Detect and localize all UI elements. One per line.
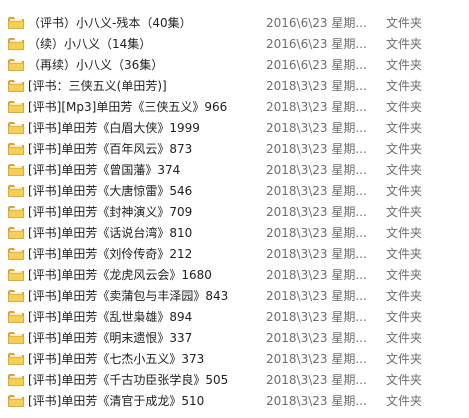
- file-row-3[interactable]: （再续）小八义（36集） 2016\6\23 星期... 文件夹: [0, 55, 469, 76]
- file-name: [评书]单田芳《清官于成龙》510: [28, 394, 205, 408]
- file-row-13[interactable]: [评书]单田芳《龙虎风云会》1680 2018\3\23 星期... 文件夹: [0, 265, 469, 286]
- file-name: [评书]单田芳《曾国藩》374: [28, 163, 181, 177]
- file-row-19[interactable]: [评书]单田芳《清官于成龙》510 2018\3\23 星期... 文件夹: [0, 391, 469, 412]
- file-type: 文件夹: [386, 226, 423, 240]
- file-name: [评书]单田芳《话说台湾》810: [28, 226, 193, 240]
- file-modified-date: 2018\3\23 星期...: [266, 226, 367, 240]
- file-modified-date: 2018\3\23 星期...: [266, 79, 367, 93]
- file-row-7[interactable]: [评书]单田芳《百年风云》873 2018\3\23 星期... 文件夹: [0, 139, 469, 160]
- file-row-10[interactable]: [评书]单田芳《封神演义》709 2018\3\23 星期... 文件夹: [0, 202, 469, 223]
- file-modified-date: 2018\3\23 星期...: [266, 121, 367, 135]
- file-row-16[interactable]: [评书]单田芳《明末遗恨》337 2018\3\23 星期... 文件夹: [0, 328, 469, 349]
- file-modified-date: 2018\3\23 星期...: [266, 310, 367, 324]
- file-type: 文件夹: [386, 184, 423, 198]
- file-name: [评书]单田芳《千古功臣张学良》505: [28, 373, 229, 387]
- file-modified-date: 2016\6\23 星期...: [266, 16, 367, 30]
- folder-icon: [8, 247, 24, 261]
- file-type: 文件夹: [386, 352, 423, 366]
- file-type: 文件夹: [386, 16, 423, 30]
- file-type: 文件夹: [386, 331, 423, 345]
- file-name: [评书]单田芳《龙虎风云会》1680: [28, 268, 212, 282]
- file-row-4[interactable]: [评书：三侠五义(单田芳)] 2018\3\23 星期... 文件夹: [0, 76, 469, 97]
- file-row-11[interactable]: [评书]单田芳《话说台湾》810 2018\3\23 星期... 文件夹: [0, 223, 469, 244]
- folder-icon: [8, 184, 24, 198]
- file-row-5[interactable]: [评书][Mp3]单田芳《三侠五义》966 2018\3\23 星期... 文件…: [0, 97, 469, 118]
- file-type: 文件夹: [386, 310, 423, 324]
- folder-icon: [8, 331, 24, 345]
- file-modified-date: 2018\3\23 星期...: [266, 142, 367, 156]
- file-row-6[interactable]: [评书]单田芳《白眉大侠》1999 2018\3\23 星期... 文件夹: [0, 118, 469, 139]
- folder-icon: [8, 268, 24, 282]
- folder-icon: [8, 226, 24, 240]
- file-name: （再续）小八义（36集）: [28, 58, 164, 72]
- file-name: [评书]单田芳《白眉大侠》1999: [28, 121, 200, 135]
- folder-icon: [8, 79, 24, 93]
- file-name: [评书][Mp3]单田芳《三侠五义》966: [28, 100, 228, 114]
- file-modified-date: 2018\3\23 星期...: [266, 247, 367, 261]
- folder-icon: [8, 205, 24, 219]
- file-modified-date: 2016\6\23 星期...: [266, 58, 367, 72]
- file-name: （续）小八义（14集）: [28, 37, 152, 51]
- file-type: 文件夹: [386, 394, 423, 408]
- file-type: 文件夹: [386, 37, 423, 51]
- file-type: 文件夹: [386, 79, 423, 93]
- file-row-9[interactable]: [评书]单田芳《大唐惊雷》546 2018\3\23 星期... 文件夹: [0, 181, 469, 202]
- folder-icon: [8, 121, 24, 135]
- folder-icon: [8, 142, 24, 156]
- file-row-1[interactable]: （评书）小八义-残本（40集） 2016\6\23 星期... 文件夹: [0, 13, 469, 34]
- file-modified-date: 2018\3\23 星期...: [266, 352, 367, 366]
- file-row-14[interactable]: [评书]单田芳《卖蒲包与丰泽园》843 2018\3\23 星期... 文件夹: [0, 286, 469, 307]
- file-row-12[interactable]: [评书]单田芳《刘伶传奇》212 2018\3\23 星期... 文件夹: [0, 244, 469, 265]
- folder-icon: [8, 100, 24, 114]
- folder-icon: [8, 352, 24, 366]
- file-name: [评书]单田芳《乱世枭雄》894: [28, 310, 193, 324]
- file-name: [评书]单田芳《明末遗恨》337: [28, 331, 193, 345]
- file-row-15[interactable]: [评书]单田芳《乱世枭雄》894 2018\3\23 星期... 文件夹: [0, 307, 469, 328]
- file-name: [评书：三侠五义(单田芳)]: [28, 79, 167, 93]
- file-modified-date: 2018\3\23 星期...: [266, 184, 367, 198]
- file-name: [评书]单田芳《大唐惊雷》546: [28, 184, 193, 198]
- file-row-17[interactable]: [评书]单田芳《七杰小五义》373 2018\3\23 星期... 文件夹: [0, 349, 469, 370]
- file-modified-date: 2016\6\23 星期...: [266, 37, 367, 51]
- folder-icon: [8, 163, 24, 177]
- file-type: 文件夹: [386, 373, 423, 387]
- file-type: 文件夹: [386, 205, 423, 219]
- file-row-18[interactable]: [评书]单田芳《千古功臣张学良》505 2018\3\23 星期... 文件夹: [0, 370, 469, 391]
- folder-icon: [8, 16, 24, 30]
- file-name: [评书]单田芳《封神演义》709: [28, 205, 193, 219]
- folder-icon: [8, 58, 24, 72]
- file-name: [评书]单田芳《七杰小五义》373: [28, 352, 205, 366]
- file-name: [评书]单田芳《刘伶传奇》212: [28, 247, 193, 261]
- file-type: 文件夹: [386, 268, 423, 282]
- file-modified-date: 2018\3\23 星期...: [266, 205, 367, 219]
- folder-icon: [8, 373, 24, 387]
- file-modified-date: 2018\3\23 星期...: [266, 373, 367, 387]
- file-modified-date: 2018\3\23 星期...: [266, 289, 367, 303]
- file-type: 文件夹: [386, 121, 423, 135]
- file-row-2[interactable]: （续）小八义（14集） 2016\6\23 星期... 文件夹: [0, 34, 469, 55]
- file-name: [评书]单田芳《卖蒲包与丰泽园》843: [28, 289, 229, 303]
- file-modified-date: 2018\3\23 星期...: [266, 100, 367, 114]
- file-type: 文件夹: [386, 58, 423, 72]
- file-name: （评书）小八义-残本（40集）: [28, 16, 192, 30]
- file-list: （评书）小八义-残本（40集） 2016\6\23 星期... 文件夹 （续）小…: [0, 13, 469, 412]
- file-type: 文件夹: [386, 289, 423, 303]
- file-modified-date: 2018\3\23 星期...: [266, 331, 367, 345]
- folder-icon: [8, 394, 24, 408]
- file-modified-date: 2018\3\23 星期...: [266, 163, 367, 177]
- file-type: 文件夹: [386, 163, 423, 177]
- folder-icon: [8, 310, 24, 324]
- file-type: 文件夹: [386, 100, 423, 114]
- folder-icon: [8, 37, 24, 51]
- file-modified-date: 2018\3\23 星期...: [266, 268, 367, 282]
- folder-icon: [8, 289, 24, 303]
- file-type: 文件夹: [386, 247, 423, 261]
- file-type: 文件夹: [386, 142, 423, 156]
- file-row-8[interactable]: [评书]单田芳《曾国藩》374 2018\3\23 星期... 文件夹: [0, 160, 469, 181]
- file-name: [评书]单田芳《百年风云》873: [28, 142, 193, 156]
- file-modified-date: 2018\3\23 星期...: [266, 394, 367, 408]
